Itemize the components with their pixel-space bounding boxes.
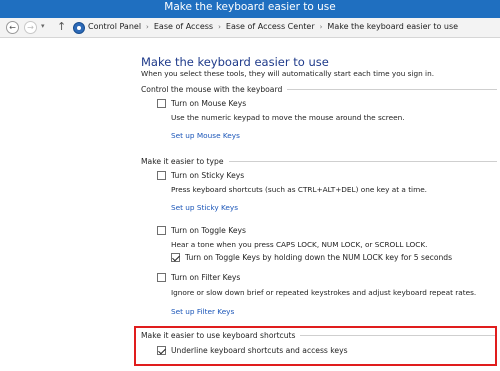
- breadcrumb-control-panel[interactable]: Control Panel: [88, 22, 141, 31]
- section-divider: [228, 161, 497, 162]
- toggle-keys-option[interactable]: Turn on Toggle Keys: [157, 226, 246, 235]
- filter-keys-option[interactable]: Turn on Filter Keys: [157, 273, 240, 282]
- breadcrumb-ease-of-access-center[interactable]: Ease of Access Center: [226, 22, 315, 31]
- mouse-keys-label[interactable]: Turn on Mouse Keys: [171, 99, 246, 108]
- navigation-bar: ← → ▾ ↑ Control Panel › Ease of Access › Eas…: [0, 18, 500, 38]
- sticky-keys-checkbox[interactable]: [157, 171, 166, 180]
- sticky-keys-label[interactable]: Turn on Sticky Keys: [171, 171, 244, 180]
- filter-keys-checkbox[interactable]: [157, 273, 166, 282]
- breadcrumb-current-page[interactable]: Make the keyboard easier to use: [327, 22, 458, 31]
- page-title: Make the keyboard easier to use: [141, 55, 329, 69]
- mouse-keys-option[interactable]: Turn on Mouse Keys: [157, 99, 246, 108]
- section-heading-typing: Make it easier to type: [141, 157, 497, 166]
- section-heading-label: Make it easier to type: [141, 157, 224, 166]
- breadcrumb-separator-icon[interactable]: ›: [320, 23, 323, 31]
- toggle-keys-hold-option[interactable]: Turn on Toggle Keys by holding down the …: [171, 253, 452, 262]
- up-arrow-icon[interactable]: ↑: [57, 20, 66, 33]
- control-panel-icon: [73, 22, 85, 34]
- set-up-filter-keys-link[interactable]: Set up Filter Keys: [171, 307, 234, 316]
- toggle-keys-hold-label[interactable]: Turn on Toggle Keys by holding down the …: [185, 253, 452, 262]
- page-subtitle: When you select these tools, they will a…: [141, 69, 435, 78]
- back-arrow-icon[interactable]: ←: [6, 21, 19, 34]
- filter-keys-label[interactable]: Turn on Filter Keys: [171, 273, 240, 282]
- sticky-keys-description: Press keyboard shortcuts (such as CTRL+A…: [171, 185, 428, 194]
- title-bar: Make the keyboard easier to use: [0, 0, 500, 18]
- window-title: Make the keyboard easier to use: [164, 1, 336, 13]
- section-heading-label: Control the mouse with the keyboard: [141, 85, 283, 94]
- breadcrumb-ease-of-access[interactable]: Ease of Access: [154, 22, 213, 31]
- set-up-sticky-keys-link[interactable]: Set up Sticky Keys: [171, 203, 238, 212]
- mouse-keys-description: Use the numeric keypad to move the mouse…: [171, 113, 405, 122]
- toggle-keys-label[interactable]: Turn on Toggle Keys: [171, 226, 246, 235]
- section-heading-mouse: Control the mouse with the keyboard: [141, 85, 497, 94]
- set-up-mouse-keys-link[interactable]: Set up Mouse Keys: [171, 131, 240, 140]
- breadcrumb-separator-icon[interactable]: ›: [146, 23, 149, 31]
- mouse-keys-checkbox[interactable]: [157, 99, 166, 108]
- toggle-keys-description: Hear a tone when you press CAPS LOCK, NU…: [171, 240, 428, 249]
- section-divider: [287, 89, 497, 90]
- toggle-keys-hold-checkbox[interactable]: [171, 253, 180, 262]
- breadcrumb: Control Panel › Ease of Access › Ease of Acc…: [88, 22, 458, 31]
- highlight-annotation-box: [134, 326, 497, 366]
- sticky-keys-option[interactable]: Turn on Sticky Keys: [157, 171, 244, 180]
- left-pane: [0, 39, 137, 371]
- filter-keys-description: Ignore or slow down brief or repeated ke…: [171, 288, 477, 297]
- breadcrumb-separator-icon[interactable]: ›: [218, 23, 221, 31]
- toggle-keys-checkbox[interactable]: [157, 226, 166, 235]
- recent-locations-icon[interactable]: ▾: [41, 22, 45, 30]
- main-content: Make the keyboard easier to use When you…: [141, 39, 500, 371]
- forward-arrow-icon[interactable]: →: [24, 21, 37, 34]
